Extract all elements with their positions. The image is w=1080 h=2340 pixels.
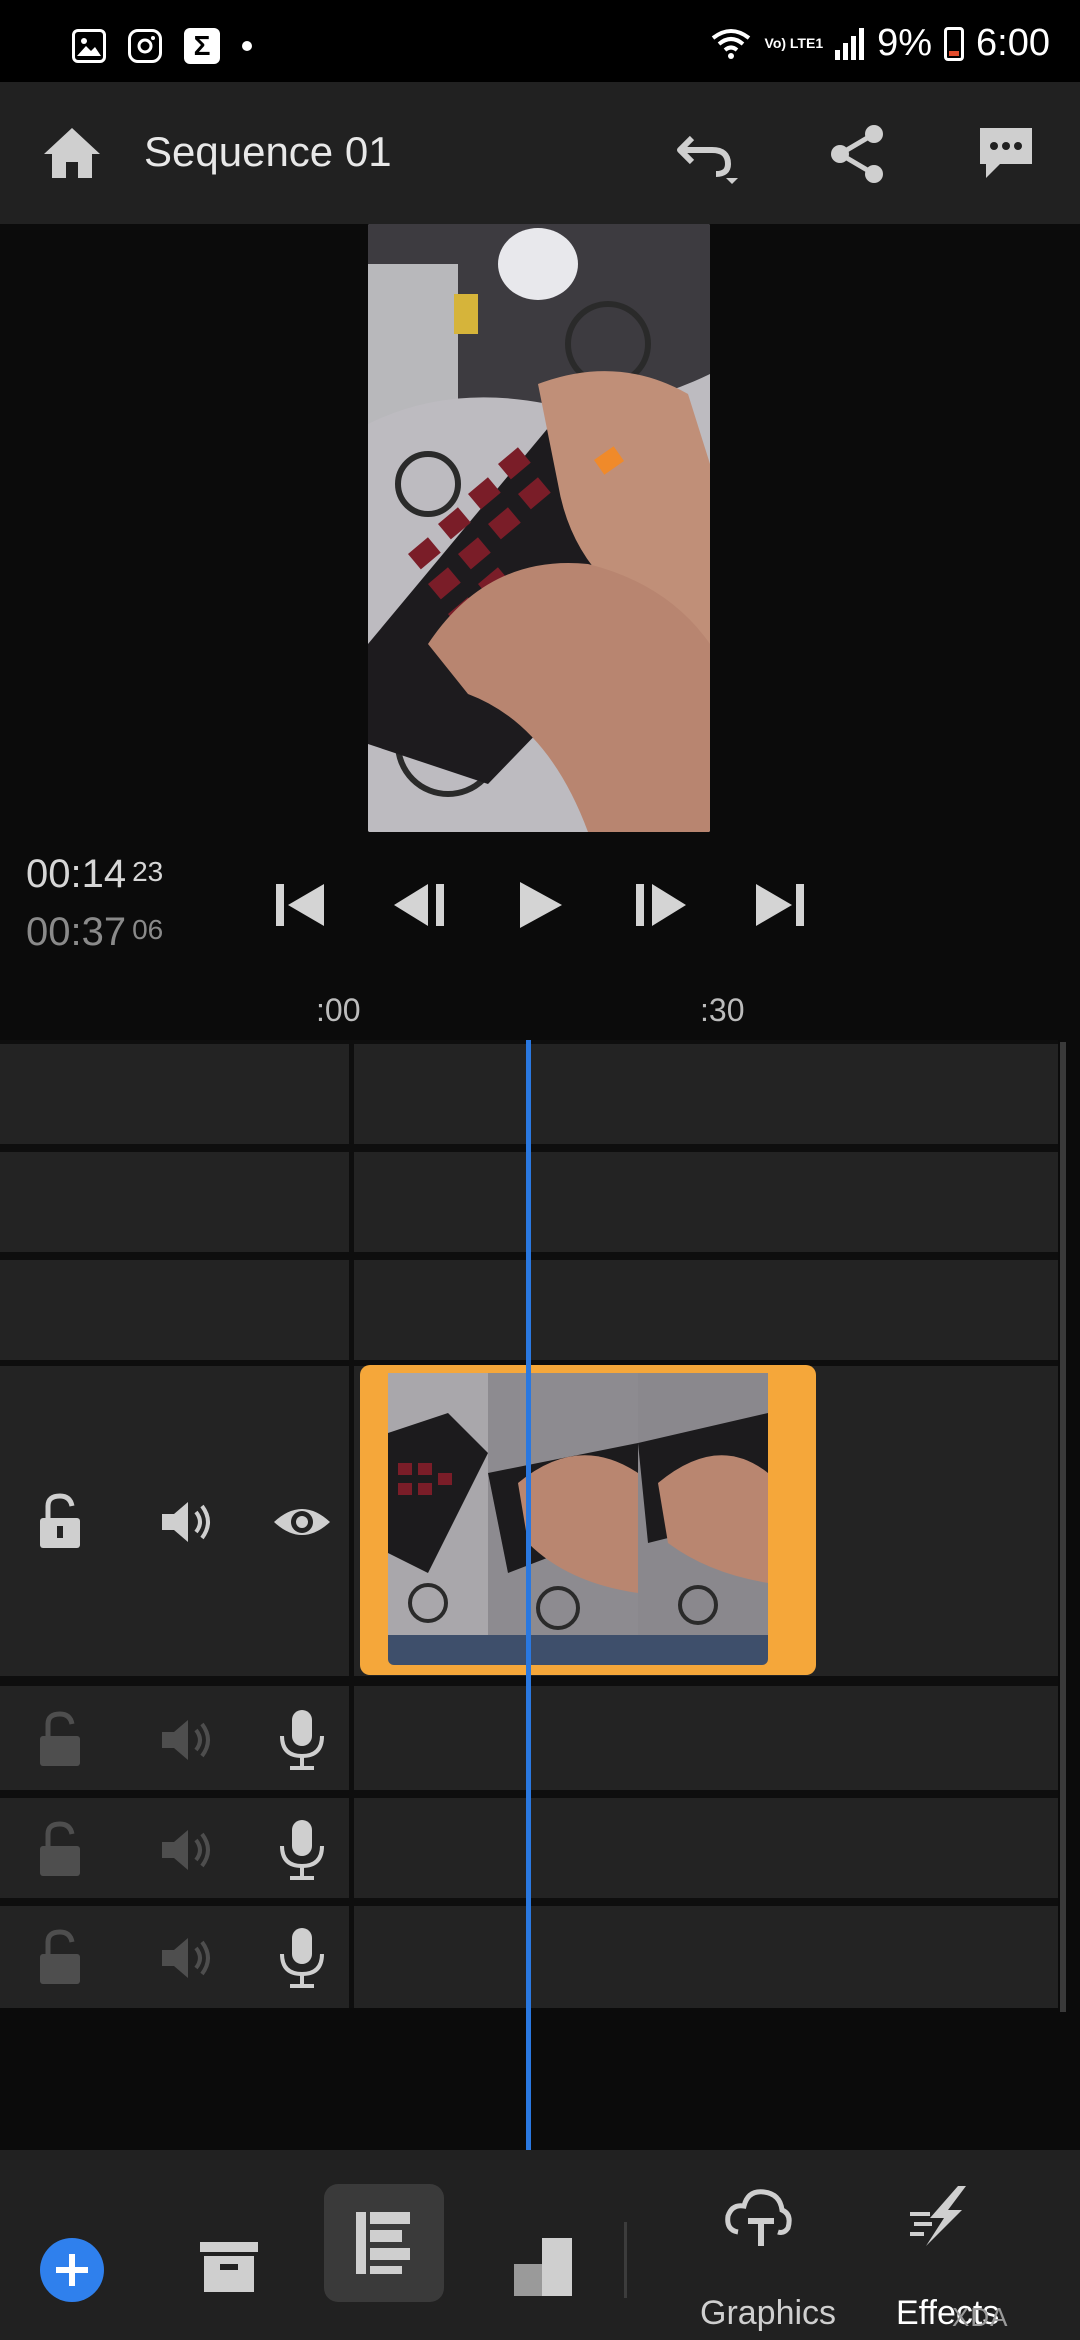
total-frame: 06 (132, 913, 164, 945)
comments-icon[interactable] (974, 122, 1038, 186)
gallery-icon (72, 29, 106, 63)
lock-open-icon[interactable] (34, 1820, 90, 1876)
graphics-label[interactable]: Graphics (700, 2294, 836, 2333)
skip-to-start-icon[interactable] (268, 872, 334, 938)
total-time: 00:37 (26, 910, 127, 954)
bottom-toolbar: Graphics Effects (0, 2150, 1080, 2340)
home-icon[interactable] (40, 122, 104, 186)
app-bar: Sequence 01 (0, 82, 1080, 224)
track-header (0, 1798, 354, 1898)
instagram-icon (128, 29, 162, 63)
current-timecode: 00:14 23 (26, 852, 163, 897)
timeline-list-icon (356, 2212, 410, 2274)
track-header (0, 1906, 354, 2008)
toolbar-separator (624, 2222, 627, 2298)
video-clip[interactable] (360, 1365, 816, 1675)
graphics-icon[interactable] (724, 2184, 794, 2254)
more-notifications-dot (242, 41, 252, 51)
lock-open-icon[interactable] (34, 1710, 90, 1766)
timeline-view-button[interactable] (324, 2184, 444, 2302)
clock: 6:00 (976, 22, 1050, 64)
media-bin-icon[interactable] (194, 2234, 264, 2304)
sequence-title[interactable]: Sequence 01 (144, 128, 392, 176)
track-header (0, 1152, 354, 1252)
total-timecode: 00:37 06 (26, 910, 163, 955)
signal-icon (835, 27, 865, 60)
timeline-scrollbar[interactable] (1060, 1042, 1066, 2012)
notification-icons: Σ (72, 28, 252, 64)
clip-audio-waveform (388, 1635, 768, 1665)
effects-icon[interactable] (908, 2182, 978, 2252)
current-frame: 23 (132, 855, 164, 887)
speaker-icon[interactable] (156, 1928, 212, 1984)
skip-to-end-icon[interactable] (746, 872, 812, 938)
microphone-icon[interactable] (274, 1926, 330, 1988)
lte-indicator: Vo) LTE1 (764, 35, 824, 51)
speaker-icon[interactable] (156, 1820, 212, 1876)
battery-icon (944, 26, 965, 61)
video-preview[interactable] (368, 224, 710, 832)
microphone-icon[interactable] (274, 1708, 330, 1770)
track-header (0, 1044, 354, 1144)
watermark: XDA (952, 2302, 1009, 2332)
current-time: 00:14 (26, 852, 127, 896)
aspect-ratio-icon[interactable] (508, 2232, 578, 2302)
lock-open-icon[interactable] (34, 1492, 90, 1548)
lock-open-icon[interactable] (34, 1928, 90, 1984)
microphone-icon[interactable] (274, 1818, 330, 1880)
track-header (0, 1260, 354, 1360)
ruler-label-start: :00 (316, 992, 361, 1028)
add-media-button[interactable] (40, 2238, 104, 2302)
step-back-icon[interactable] (388, 872, 454, 938)
eye-icon[interactable] (272, 1492, 330, 1548)
undo-icon[interactable] (672, 122, 738, 186)
battery-percent: 9% (877, 22, 933, 64)
step-forward-icon[interactable] (626, 872, 692, 938)
wifi-icon (711, 28, 750, 59)
track-header (0, 1686, 354, 1790)
play-icon[interactable] (506, 872, 572, 938)
status-bar: Σ Vo) LTE1 9% 6:00 (0, 0, 1080, 82)
speaker-icon[interactable] (156, 1710, 212, 1766)
track-header (0, 1366, 354, 1676)
speaker-icon[interactable] (156, 1492, 212, 1548)
clip-thumbnails (388, 1373, 768, 1635)
ruler-label-30: :30 (700, 992, 745, 1028)
playhead[interactable] (526, 1040, 531, 2150)
sigma-app-icon: Σ (184, 28, 220, 64)
system-status: Vo) LTE1 9% 6:00 (709, 22, 1050, 65)
share-icon[interactable] (826, 122, 890, 186)
